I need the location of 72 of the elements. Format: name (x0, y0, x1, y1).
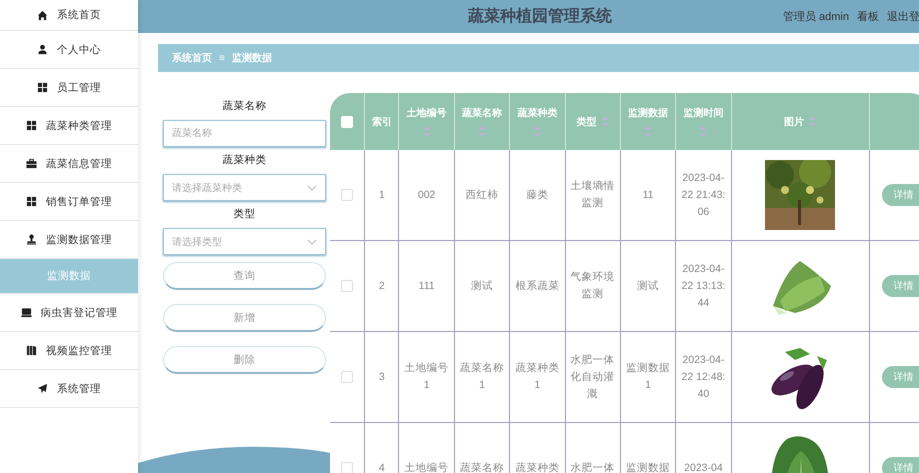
table-cell: 4 (378, 462, 385, 473)
paper-plane-icon (37, 383, 48, 394)
table-cell: 2023-04-22 13:13:44 (682, 262, 726, 308)
column-header[interactable]: 类型 (576, 114, 597, 128)
table-cell: 11 (642, 188, 654, 200)
checkbox[interactable] (341, 370, 354, 383)
column-header[interactable]: 蔬菜种类 (517, 106, 558, 120)
table-cell: 111 (418, 280, 435, 292)
table-cell: 水肥一体 (570, 462, 615, 473)
table-cell: 测试 (470, 280, 493, 292)
column-header[interactable]: 监测数据 (628, 106, 668, 120)
stamp-icon (26, 234, 37, 245)
table-cell: 土壤墒情监测 (570, 180, 615, 209)
grid-icon (37, 82, 48, 93)
briefcase-icon (26, 158, 37, 169)
table-cell: 蔬菜名称 (460, 462, 504, 473)
select-field[interactable]: 请选择类型 (163, 228, 326, 255)
grid-icon (26, 120, 37, 131)
table-cell: 2023-04 (684, 462, 723, 473)
table-cell: 2023-04-22 12:48:40 (682, 354, 726, 400)
table-cell: 根系蔬菜 (515, 280, 560, 292)
table-cell: 监测数据 (626, 462, 670, 473)
app-title: 蔬菜种植园管理系统 (468, 6, 612, 27)
detail-button[interactable]: 详情 (882, 457, 919, 473)
table-cell: 土地编号 (404, 462, 449, 473)
checkbox[interactable] (341, 462, 354, 473)
table-cell: 水肥一体化自动灌溉 (570, 354, 615, 400)
table-cell: 气象环境监测 (570, 271, 615, 300)
user-label: 管理员 admin (782, 10, 849, 24)
detail-button[interactable]: 详情 (882, 275, 919, 297)
table-cell: 蔬菜种类1 (515, 362, 560, 391)
grid-icon (26, 196, 37, 207)
column-header[interactable]: 图片 (784, 114, 804, 128)
header-link[interactable]: 看板 (857, 9, 879, 24)
breadcrumb-link[interactable]: 监测数据 (232, 51, 272, 65)
action-button[interactable]: 新增 (163, 304, 326, 332)
table-cell: 蔬菜名称1 (460, 362, 504, 391)
table-cell: 监测数据1 (626, 362, 670, 391)
table-cell: 西红柿 (465, 188, 498, 200)
checkbox[interactable] (341, 188, 354, 201)
monitor-icon (20, 307, 32, 318)
book-icon (26, 345, 37, 356)
column-header[interactable]: 蔬菜名称 (462, 106, 502, 120)
chevron-down-icon (307, 238, 317, 244)
column-header[interactable]: 索引 (372, 114, 392, 128)
sidebar-subitem[interactable]: 监测数据 (0, 259, 138, 294)
chevron-down-icon (307, 184, 317, 190)
table-cell: 藤类 (526, 188, 548, 200)
table-cell: 3 (378, 370, 385, 382)
table-cell: 测试 (637, 280, 660, 292)
column-header[interactable]: 监测时间 (683, 106, 724, 120)
home-icon (37, 10, 48, 20)
detail-button[interactable]: 详情 (882, 184, 919, 206)
field-label: 蔬菜种类 (222, 153, 268, 168)
checkbox[interactable] (341, 280, 354, 292)
text-field[interactable]: 蔬菜名称 (163, 120, 326, 147)
table-cell: 土地编号1 (404, 362, 449, 391)
action-button[interactable]: 删除 (163, 346, 326, 374)
table-cell: 2023-04-22 21:43:06 (682, 172, 726, 218)
select-field[interactable]: 请选择蔬菜种类 (163, 174, 326, 201)
table-cell: 蔬菜种类 (515, 462, 560, 473)
field-label: 蔬菜名称 (222, 99, 268, 114)
table-cell: 2 (378, 280, 385, 292)
person-icon (37, 44, 48, 55)
field-label: 类型 (232, 207, 256, 222)
detail-button[interactable]: 详情 (882, 366, 919, 388)
table-cell: 002 (418, 188, 436, 200)
table-cell: 1 (378, 188, 385, 200)
breadcrumb-link[interactable]: 系统首页 (172, 51, 212, 65)
action-button[interactable]: 查询 (163, 262, 326, 290)
column-header[interactable]: 土地编号 (406, 106, 447, 120)
breadcrumb-separator: ≡ (219, 52, 225, 64)
